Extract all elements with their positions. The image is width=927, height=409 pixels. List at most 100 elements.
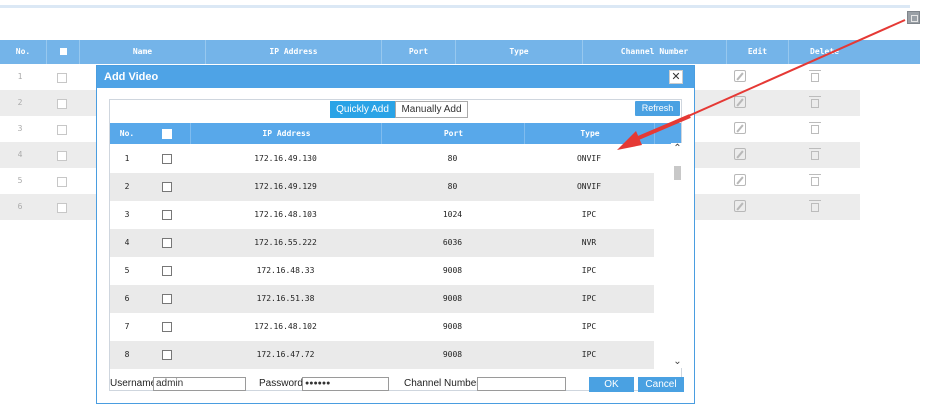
- add-video-dialog: Add Video ✕ Quickly Add Manually Add Ref…: [96, 65, 695, 404]
- ok-button[interactable]: OK: [589, 377, 634, 392]
- device-checkbox[interactable]: [162, 154, 172, 164]
- device-type: NVR: [581, 238, 597, 247]
- device-port: 9008: [442, 350, 463, 359]
- row-number: 6: [17, 202, 23, 211]
- row-checkbox[interactable]: [57, 125, 67, 135]
- edit-icon[interactable]: [734, 70, 746, 82]
- device-row[interactable]: 3 172.16.48.103 1024 IPC: [110, 201, 654, 229]
- edit-icon[interactable]: [734, 148, 746, 160]
- device-port: 6036: [442, 238, 463, 247]
- select-all-checkbox[interactable]: [59, 48, 67, 55]
- device-ip: 172.16.49.129: [254, 182, 317, 191]
- add-video-icon[interactable]: [907, 11, 920, 24]
- cancel-button[interactable]: Cancel: [638, 377, 684, 392]
- row-number: 4: [17, 150, 23, 159]
- header-type: Type: [455, 40, 582, 64]
- device-checkbox[interactable]: [162, 266, 172, 276]
- device-type: ONVIF: [576, 182, 602, 191]
- device-checkbox[interactable]: [162, 210, 172, 220]
- delete-icon[interactable]: [809, 96, 821, 108]
- refresh-button[interactable]: Refresh: [635, 101, 680, 116]
- username-label: Username: [110, 378, 157, 389]
- device-no: 7: [124, 322, 130, 331]
- header-delete: Delete: [788, 40, 860, 64]
- scrollbar-thumb[interactable]: [674, 166, 681, 180]
- device-no: 8: [124, 350, 130, 359]
- device-row[interactable]: 1 172.16.49.130 80 ONVIF: [110, 145, 654, 173]
- delete-icon[interactable]: [809, 122, 821, 134]
- password-field[interactable]: ●●●●●●: [302, 377, 389, 391]
- device-table-header: No. IP Address Port Type: [110, 123, 681, 144]
- device-checkbox[interactable]: [162, 182, 172, 192]
- device-type: ONVIF: [576, 154, 602, 163]
- row-checkbox[interactable]: [57, 99, 67, 109]
- device-no: 2: [124, 182, 130, 191]
- channel-table-header: No. Name IP Address Port Type Channel Nu…: [0, 40, 920, 64]
- device-port: 9008: [442, 322, 463, 331]
- device-row[interactable]: 4 172.16.55.222 6036 NVR: [110, 229, 654, 257]
- device-no: 1: [124, 154, 130, 163]
- device-checkbox[interactable]: [162, 238, 172, 248]
- delete-icon[interactable]: [809, 148, 821, 160]
- header-port: Port: [381, 123, 525, 144]
- row-checkbox[interactable]: [57, 151, 67, 161]
- tab-quickly-add[interactable]: Quickly Add: [330, 101, 395, 118]
- row-number: 5: [17, 176, 23, 185]
- channel-number-field[interactable]: [477, 377, 566, 391]
- device-type: IPC: [581, 266, 597, 275]
- device-no: 3: [124, 210, 130, 219]
- device-type: IPC: [581, 322, 597, 331]
- device-row[interactable]: 6 172.16.51.38 9008 IPC: [110, 285, 654, 313]
- edit-icon[interactable]: [734, 200, 746, 212]
- password-label: Password: [259, 378, 303, 389]
- select-all-checkbox[interactable]: [162, 129, 172, 139]
- device-type: IPC: [581, 210, 597, 219]
- row-checkbox[interactable]: [57, 73, 67, 83]
- device-checkbox[interactable]: [162, 294, 172, 304]
- device-row[interactable]: 7 172.16.48.102 9008 IPC: [110, 313, 654, 341]
- row-number: 1: [17, 72, 23, 81]
- delete-icon[interactable]: [809, 200, 821, 212]
- device-row[interactable]: 5 172.16.48.33 9008 IPC: [110, 257, 654, 285]
- device-ip: 172.16.55.222: [254, 238, 317, 247]
- tab-manually-add[interactable]: Manually Add: [395, 101, 468, 118]
- device-port: 1024: [442, 210, 463, 219]
- chevron-up-icon[interactable]: ⌃: [671, 143, 684, 155]
- device-no: 4: [124, 238, 130, 247]
- header-scroll-spacer: [654, 123, 682, 144]
- device-checkbox[interactable]: [162, 322, 172, 332]
- edit-icon[interactable]: [734, 174, 746, 186]
- device-port: 80: [447, 154, 458, 163]
- header-edit: Edit: [726, 40, 788, 64]
- device-ip: 172.16.47.72: [256, 350, 315, 359]
- dialog-title: Add Video: [104, 71, 159, 83]
- header-name: Name: [79, 40, 205, 64]
- header-select-all[interactable]: [46, 40, 79, 64]
- row-checkbox[interactable]: [57, 177, 67, 187]
- edit-icon[interactable]: [734, 96, 746, 108]
- delete-icon[interactable]: [809, 174, 821, 186]
- device-checkbox[interactable]: [162, 350, 172, 360]
- row-checkbox[interactable]: [57, 203, 67, 213]
- device-port: 9008: [442, 294, 463, 303]
- header-no: No.: [119, 129, 135, 138]
- device-list-scrollbar[interactable]: ⌃ ⌄: [671, 143, 684, 368]
- username-field[interactable]: admin: [153, 377, 246, 391]
- device-port: 9008: [442, 266, 463, 275]
- top-divider: [0, 5, 910, 8]
- channel-number-label: Channel Number: [404, 378, 480, 389]
- device-no: 6: [124, 294, 130, 303]
- device-ip: 172.16.49.130: [254, 154, 317, 163]
- chevron-down-icon[interactable]: ⌄: [671, 356, 684, 368]
- edit-icon[interactable]: [734, 122, 746, 134]
- device-ip: 172.16.48.102: [254, 322, 317, 331]
- device-type: IPC: [581, 294, 597, 303]
- row-number: 3: [17, 124, 23, 133]
- delete-icon[interactable]: [809, 70, 821, 82]
- device-row[interactable]: 2 172.16.49.129 80 ONVIF: [110, 173, 654, 201]
- device-ip: 172.16.51.38: [256, 294, 315, 303]
- close-icon[interactable]: ✕: [669, 70, 683, 84]
- header-no: No.: [15, 47, 31, 56]
- device-row[interactable]: 8 172.16.47.72 9008 IPC: [110, 341, 654, 369]
- row-number: 2: [17, 98, 23, 107]
